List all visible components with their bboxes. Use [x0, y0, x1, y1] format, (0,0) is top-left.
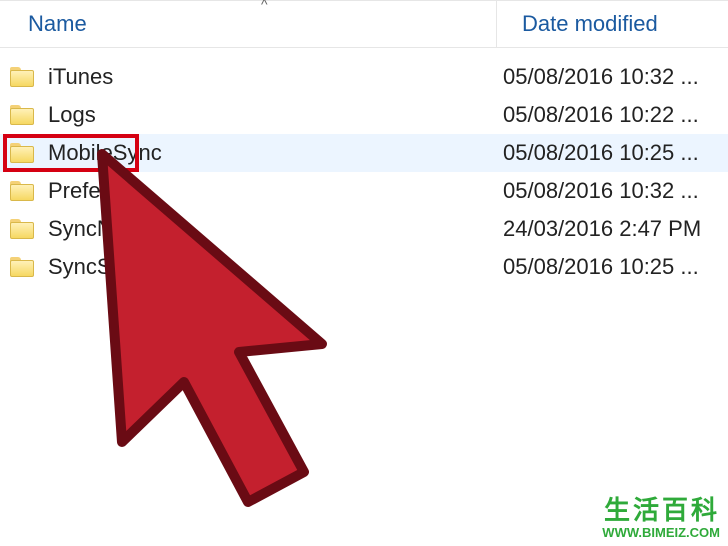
folder-icon: [10, 67, 34, 87]
folder-row-name-cell: MobileSync: [0, 140, 497, 166]
column-header-date-label: Date modified: [522, 11, 658, 37]
folder-icon: [10, 143, 34, 163]
folder-name-label: iTunes: [48, 64, 113, 90]
folder-row[interactable]: SyncNotif 24/03/2016 2:47 PM: [0, 210, 728, 248]
folder-row-name-cell: Preferen: [0, 178, 497, 204]
folder-icon: [10, 219, 34, 239]
watermark-line1: 生活百科: [602, 490, 720, 527]
folder-row-name-cell: Logs: [0, 102, 497, 128]
folder-row-date-cell: 05/08/2016 10:22 ...: [497, 102, 728, 128]
folder-name-label: SyncNotif: [48, 216, 142, 242]
folder-date-label: 05/08/2016 10:25 ...: [503, 140, 699, 166]
folder-name-label: Preferen: [48, 178, 132, 204]
folder-name-label: Logs: [48, 102, 96, 128]
folder-icon: [10, 181, 34, 201]
folder-date-label: 24/03/2016 2:47 PM: [503, 216, 701, 242]
folder-row[interactable]: MobileSync 05/08/2016 10:25 ...: [0, 134, 728, 172]
folder-name-label: MobileSync: [48, 140, 162, 166]
folder-date-label: 05/08/2016 10:22 ...: [503, 102, 699, 128]
folder-name-label: SyncServices: [48, 254, 181, 280]
folder-row[interactable]: Logs 05/08/2016 10:22 ...: [0, 96, 728, 134]
column-header-name-label: Name: [28, 11, 87, 37]
sort-indicator-icon: ^: [261, 0, 268, 12]
column-header-date[interactable]: Date modified: [497, 1, 728, 47]
folder-row-name-cell: SyncNotif: [0, 216, 497, 242]
folder-row-date-cell: 05/08/2016 10:32 ...: [497, 64, 728, 90]
folder-row[interactable]: SyncServices 05/08/2016 10:25 ...: [0, 248, 728, 286]
file-list: iTunes 05/08/2016 10:32 ... Logs 05/08/2016…: [0, 58, 728, 286]
folder-icon: [10, 105, 34, 125]
column-header-row: ^ Name Date modified: [0, 0, 728, 48]
watermark-line2: WWW.BIMEIZ.COM: [602, 525, 720, 540]
folder-date-label: 05/08/2016 10:32 ...: [503, 64, 699, 90]
folder-row-date-cell: 05/08/2016 10:32 ...: [497, 178, 728, 204]
folder-row[interactable]: iTunes 05/08/2016 10:32 ...: [0, 58, 728, 96]
folder-row-name-cell: SyncServices: [0, 254, 497, 280]
folder-date-label: 05/08/2016 10:25 ...: [503, 254, 699, 280]
folder-row-date-cell: 24/03/2016 2:47 PM: [497, 216, 728, 242]
folder-row-name-cell: iTunes: [0, 64, 497, 90]
folder-row-date-cell: 05/08/2016 10:25 ...: [497, 254, 728, 280]
watermark: 生活百科 WWW.BIMEIZ.COM: [602, 490, 720, 540]
folder-row[interactable]: Preferen 05/08/2016 10:32 ...: [0, 172, 728, 210]
explorer-window: ^ Name Date modified iTunes 05/08/2016 10…: [0, 0, 728, 546]
column-header-name[interactable]: Name: [0, 1, 497, 47]
folder-date-label: 05/08/2016 10:32 ...: [503, 178, 699, 204]
folder-row-date-cell: 05/08/2016 10:25 ...: [497, 140, 728, 166]
folder-icon: [10, 257, 34, 277]
